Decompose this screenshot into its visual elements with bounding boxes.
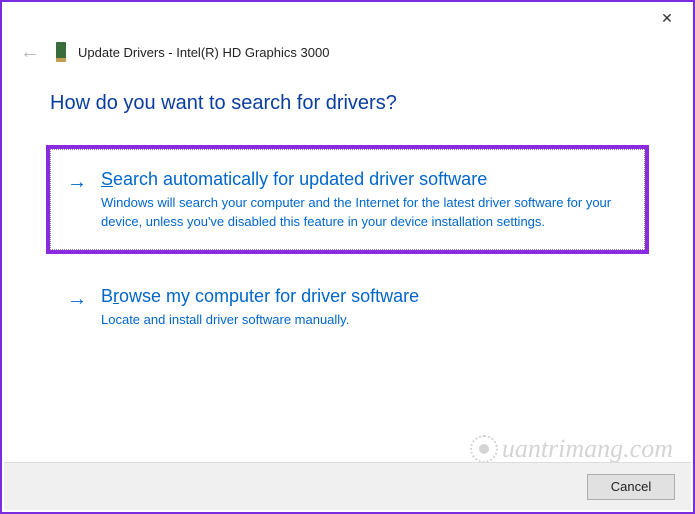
option-search-automatically[interactable]: → Search automatically for updated drive… (50, 149, 645, 250)
option-title-text: earch automatically for updated driver s… (113, 169, 487, 189)
header-row: ← Update Drivers - Intel(R) HD Graphics … (2, 34, 693, 64)
option-body: Search automatically for updated driver … (101, 168, 628, 231)
window-title: Update Drivers - Intel(R) HD Graphics 30… (78, 45, 329, 60)
dialog-window: ✕ ← Update Drivers - Intel(R) HD Graphic… (0, 0, 695, 514)
option-description: Windows will search your computer and th… (101, 194, 628, 230)
close-button[interactable]: ✕ (647, 4, 687, 32)
titlebar: ✕ (2, 2, 693, 34)
arrow-right-icon: → (67, 287, 87, 311)
cancel-button[interactable]: Cancel (587, 474, 675, 500)
back-arrow-icon[interactable]: ← (16, 40, 44, 64)
arrow-right-icon: → (67, 170, 87, 194)
option-browse-computer[interactable]: → Browse my computer for driver software… (50, 270, 645, 345)
option-title-prefix: B (101, 286, 113, 306)
option-title: Browse my computer for driver software (101, 285, 628, 308)
watermark: uantrimang.com (470, 434, 673, 464)
option-description: Locate and install driver software manua… (101, 311, 628, 329)
option-hotkey: S (101, 169, 113, 189)
device-icon (56, 42, 66, 62)
option-body: Browse my computer for driver software L… (101, 285, 628, 330)
content-area: How do you want to search for drivers? →… (2, 64, 693, 344)
option-title-text: owse my computer for driver software (119, 286, 419, 306)
page-heading: How do you want to search for drivers? (50, 92, 645, 115)
watermark-text: uantrimang.com (502, 434, 673, 464)
watermark-icon (470, 435, 498, 463)
option-title: Search automatically for updated driver … (101, 168, 628, 191)
footer-bar: Cancel (4, 462, 691, 510)
